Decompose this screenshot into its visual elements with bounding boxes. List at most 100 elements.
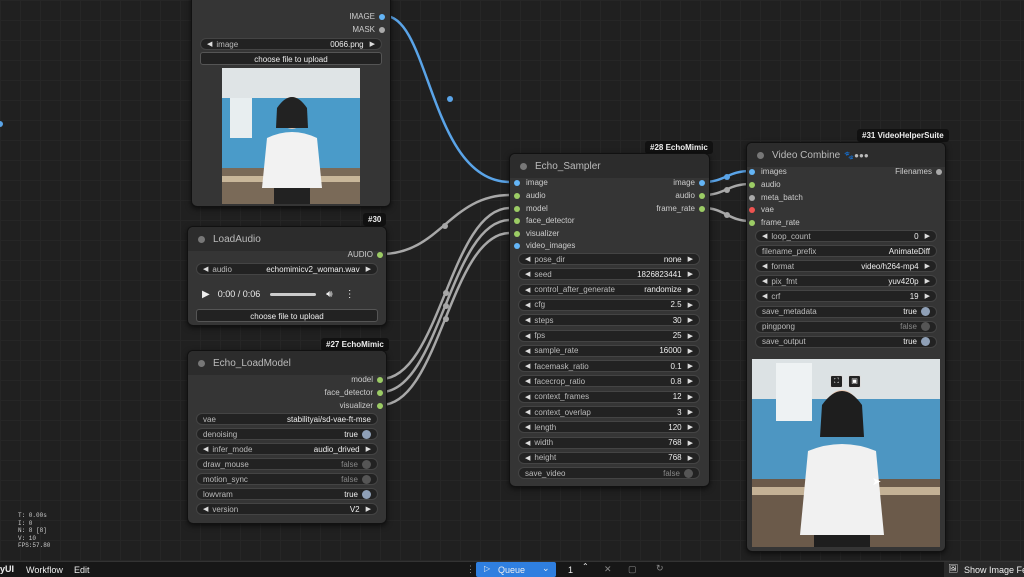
left-arrow-icon[interactable]: ◀	[525, 408, 530, 416]
more-options-icon[interactable]: ⋮	[345, 289, 355, 300]
right-arrow-icon[interactable]: ▶	[688, 270, 693, 278]
choose-file-button[interactable]: choose file to upload	[196, 309, 378, 322]
load-model-header[interactable]: Echo_LoadModel	[188, 351, 386, 375]
load-image-node[interactable]: IMAGE MASK ◀ image 0066.png ▶ choose fil…	[191, 0, 391, 207]
save-metadata-widget[interactable]: save_metadata true	[755, 305, 937, 318]
app-logo[interactable]: yUI	[0, 564, 14, 574]
output-image-slot[interactable]: image	[673, 177, 705, 189]
right-arrow-icon[interactable]: ▶	[366, 505, 371, 513]
format-widget[interactable]: ◀ format video/h264-mp4 ▶	[755, 260, 937, 273]
left-arrow-icon[interactable]: ◀	[203, 265, 208, 273]
fullscreen-icon[interactable]: ⛶	[830, 375, 843, 388]
image-combo[interactable]: ◀ image 0066.png ▶	[200, 38, 382, 50]
collapse-dot-icon[interactable]	[757, 151, 764, 159]
facemask-ratio-widget[interactable]: ◀ facemask_ratio 0.1 ▶	[518, 360, 700, 373]
toggle-knob[interactable]	[921, 337, 930, 347]
context-overlap-widget[interactable]: ◀ context_overlap 3 ▶	[518, 406, 700, 418]
left-arrow-icon[interactable]: ◀	[525, 255, 530, 263]
echo-load-model-node[interactable]: Echo_LoadModel model face_detector visua…	[187, 350, 387, 524]
left-arrow-icon[interactable]: ◀	[762, 292, 767, 300]
height-widget[interactable]: ◀ height 768 ▶	[518, 451, 700, 464]
sampler-header[interactable]: Echo_Sampler	[510, 154, 709, 178]
collapse-dot-icon[interactable]	[520, 162, 527, 170]
right-arrow-icon[interactable]: ▶	[688, 393, 693, 401]
output-mask-slot[interactable]: MASK	[352, 24, 385, 36]
facecrop-ratio-widget[interactable]: ◀ facecrop_ratio 0.8 ▶	[518, 375, 700, 388]
right-arrow-icon[interactable]: ▶	[366, 445, 371, 453]
left-arrow-icon[interactable]: ◀	[525, 423, 530, 431]
output-model-slot[interactable]: model	[351, 374, 383, 386]
load-audio-node[interactable]: LoadAudio AUDIO ◀ audio echomimicv2_woma…	[187, 226, 387, 326]
queue-button[interactable]: ▷ Queue ⌄	[476, 562, 556, 577]
pose-dir-widget[interactable]: ◀ pose_dir none ▶	[518, 253, 700, 265]
input-image-slot[interactable]: image	[514, 177, 548, 189]
input-face-detector-slot[interactable]: face_detector	[514, 215, 574, 227]
left-arrow-icon[interactable]: ◀	[525, 270, 530, 278]
video-combine-header[interactable]: Video Combine 🐾●●●	[747, 143, 945, 167]
right-arrow-icon[interactable]: ▶	[688, 377, 693, 385]
audio-combo[interactable]: ◀ audio echomimicv2_woman.wav ▶	[196, 263, 378, 275]
save-video-widget[interactable]: save_video false	[518, 467, 700, 480]
width-widget[interactable]: ◀ width 768 ▶	[518, 436, 700, 449]
lowvram-toggle[interactable]: lowvram true	[196, 488, 378, 500]
toggle-knob[interactable]	[362, 429, 371, 439]
output-filenames-slot[interactable]: Filenames	[895, 166, 942, 178]
drag-handle-icon[interactable]: ⋮	[466, 564, 475, 575]
right-arrow-icon[interactable]: ▶	[688, 347, 693, 355]
toggle-knob[interactable]	[684, 468, 693, 478]
right-arrow-icon[interactable]: ▶	[688, 286, 693, 294]
output-visualizer-slot[interactable]: visualizer	[340, 400, 383, 412]
left-arrow-icon[interactable]: ◀	[203, 505, 208, 513]
right-arrow-icon[interactable]: ▶	[925, 232, 930, 240]
toggle-knob[interactable]	[362, 489, 371, 499]
queue-count[interactable]: 1	[568, 565, 573, 575]
echo-sampler-node[interactable]: Echo_Sampler image audio model face_dete…	[509, 153, 710, 487]
output-image-slot[interactable]: IMAGE	[349, 11, 385, 23]
stepper-up-icon[interactable]: ⌃	[582, 562, 589, 571]
input-model-slot[interactable]: model	[514, 203, 548, 215]
input-vae-slot[interactable]: vae	[749, 204, 774, 216]
output-face-detector-slot[interactable]: face_detector	[325, 387, 383, 399]
left-arrow-icon[interactable]: ◀	[525, 393, 530, 401]
right-arrow-icon[interactable]: ▶	[688, 423, 693, 431]
toggle-knob[interactable]	[362, 459, 371, 469]
left-arrow-icon[interactable]: ◀	[525, 301, 530, 309]
input-video-images-slot[interactable]: video_images	[514, 240, 575, 252]
motion-sync-toggle[interactable]: motion_sync false	[196, 473, 378, 485]
audio-player[interactable]: ▶ 0:00 / 0:06 🔊︎ ⋮	[202, 281, 372, 307]
fps-widget[interactable]: ◀ fps 25 ▶	[518, 329, 700, 342]
video-combine-node[interactable]: Video Combine 🐾●●● images audio meta_batc…	[746, 142, 946, 552]
draw-mouse-toggle[interactable]: draw_mouse false	[196, 458, 378, 470]
right-arrow-icon[interactable]: ▶	[688, 454, 693, 462]
left-arrow-icon[interactable]: ◀	[525, 362, 530, 370]
right-arrow-icon[interactable]: ▶	[925, 262, 930, 270]
right-arrow-icon[interactable]: ▶	[370, 40, 375, 48]
toggle-knob[interactable]	[921, 322, 930, 332]
right-arrow-icon[interactable]: ▶	[688, 439, 693, 447]
pix-fmt-widget[interactable]: ◀ pix_fmt yuv420p ▶	[755, 275, 937, 288]
input-images-slot[interactable]: images	[749, 166, 787, 178]
menu-edit[interactable]: Edit	[74, 565, 90, 575]
length-widget[interactable]: ◀ length 120 ▶	[518, 421, 700, 434]
left-arrow-icon[interactable]: ◀	[525, 316, 530, 324]
sample-rate-widget[interactable]: ◀ sample_rate 16000 ▶	[518, 344, 700, 357]
input-visualizer-slot[interactable]: visualizer	[514, 228, 559, 240]
choose-file-button[interactable]: choose file to upload	[200, 52, 382, 65]
toggle-knob[interactable]	[921, 307, 930, 316]
output-frame-rate-slot[interactable]: frame_rate	[656, 203, 705, 215]
infer-mode-combo[interactable]: ◀ infer_mode audio_drived ▶	[196, 443, 378, 455]
show-image-feed-button[interactable]: 🖼︎ Show Image Fe	[944, 562, 1024, 577]
stop-icon[interactable]: ▢	[628, 564, 637, 575]
crf-widget[interactable]: ◀ crf 19 ▶	[755, 290, 937, 303]
output-image-dot[interactable]	[379, 14, 385, 20]
seed-widget[interactable]: ◀ seed 1826823441 ▶	[518, 268, 700, 281]
left-arrow-icon[interactable]: ◀	[207, 40, 212, 48]
input-frame-rate-slot[interactable]: frame_rate	[749, 217, 800, 229]
right-arrow-icon[interactable]: ▶	[688, 255, 693, 263]
right-arrow-icon[interactable]: ▶	[688, 316, 693, 324]
left-arrow-icon[interactable]: ◀	[525, 454, 530, 462]
left-arrow-icon[interactable]: ◀	[525, 377, 530, 385]
menu-workflow[interactable]: Workflow	[26, 565, 63, 575]
load-audio-header[interactable]: LoadAudio	[188, 227, 386, 251]
right-arrow-icon[interactable]: ▶	[688, 408, 693, 416]
